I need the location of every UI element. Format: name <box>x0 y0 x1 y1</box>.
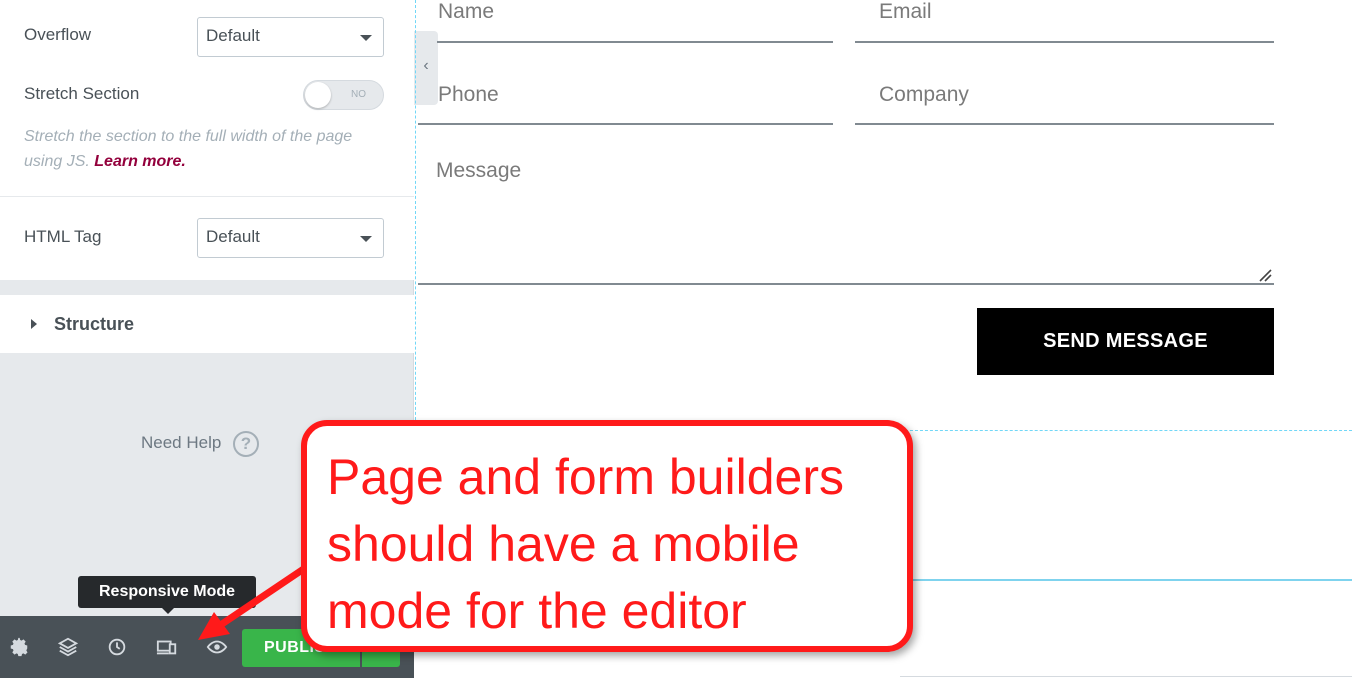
html-tag-select-value: Default <box>206 227 260 246</box>
structure-section-toggle[interactable]: Structure <box>0 295 414 353</box>
resize-handle-icon[interactable] <box>1258 268 1272 282</box>
chevron-down-icon <box>360 35 372 41</box>
panel-collapse-toggle[interactable]: ‹ <box>414 31 438 105</box>
structure-label: Structure <box>54 314 135 334</box>
toggle-state-text: NO <box>351 89 366 100</box>
need-help-link[interactable]: Need Help <box>141 433 221 453</box>
divider <box>0 196 414 197</box>
html-tag-label: HTML Tag <box>24 227 102 246</box>
help-icon[interactable]: ? <box>233 431 259 457</box>
overflow-select[interactable]: Default <box>197 17 384 57</box>
responsive-icon[interactable] <box>156 636 178 658</box>
html-tag-select[interactable]: Default <box>197 218 384 258</box>
stretch-description-text: Stretch the section to the full width of… <box>24 128 353 170</box>
section-outline <box>415 0 416 430</box>
chevron-down-icon <box>360 236 372 242</box>
email-field-underline <box>855 41 1274 43</box>
column-divider <box>900 579 1352 581</box>
name-field[interactable]: Name <box>438 0 494 24</box>
email-field[interactable]: Email <box>879 0 932 24</box>
phone-field[interactable]: Phone <box>438 83 499 107</box>
message-textarea-underline <box>418 283 1274 285</box>
tooltip-arrow <box>162 608 174 614</box>
company-field[interactable]: Company <box>879 83 969 107</box>
learn-more-link[interactable]: Learn more. <box>94 153 186 170</box>
caret-right-icon <box>31 319 37 329</box>
section-settings: Overflow Default Stretch Section NO Stre… <box>0 0 414 280</box>
chevron-left-icon: ‹ <box>423 57 429 74</box>
company-field-underline <box>855 123 1274 125</box>
section-outline <box>900 430 1352 431</box>
phone-field-underline <box>418 123 833 125</box>
send-message-button[interactable]: SEND MESSAGE <box>977 308 1274 375</box>
history-icon[interactable] <box>106 636 128 658</box>
message-textarea[interactable]: Message <box>436 159 521 183</box>
stretch-section-toggle[interactable]: NO <box>303 80 384 110</box>
annotation-text: Page and form builders should have a mob… <box>327 449 844 639</box>
overflow-select-value: Default <box>206 26 260 45</box>
annotation-callout: Page and form builders should have a mob… <box>301 420 913 652</box>
stretch-description: Stretch the section to the full width of… <box>24 124 384 174</box>
name-field-underline <box>437 41 833 43</box>
toggle-knob <box>305 82 331 108</box>
gear-icon[interactable] <box>8 636 30 658</box>
layers-icon[interactable] <box>57 636 79 658</box>
stretch-section-label: Stretch Section <box>24 84 140 103</box>
canvas-bottom-line <box>900 676 1352 677</box>
overflow-label: Overflow <box>24 25 92 44</box>
